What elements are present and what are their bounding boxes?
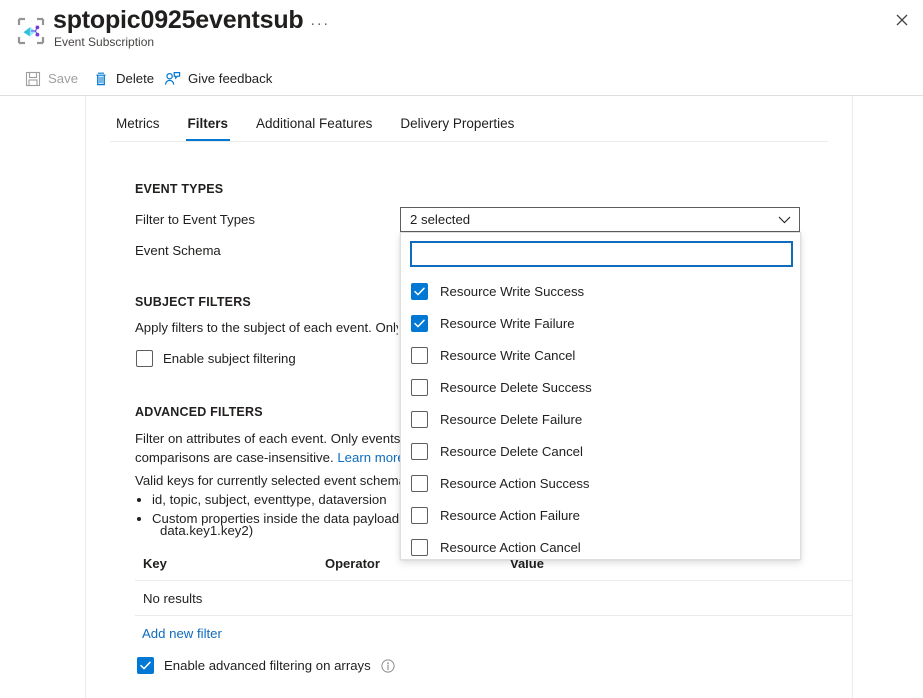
- checkmark-icon: [414, 287, 425, 296]
- add-new-filter-link[interactable]: Add new filter: [142, 626, 222, 641]
- option-resource-delete-failure[interactable]: Resource Delete Failure: [401, 403, 801, 435]
- checkmark-icon: [140, 661, 151, 670]
- column-header-key: Key: [143, 556, 167, 571]
- table-header-divider: [135, 580, 852, 581]
- option-checkbox[interactable]: [411, 411, 428, 428]
- filter-to-event-types-label: Filter to Event Types: [135, 212, 255, 227]
- option-resource-write-cancel[interactable]: Resource Write Cancel: [401, 339, 801, 371]
- option-resource-delete-success[interactable]: Resource Delete Success: [401, 371, 801, 403]
- advanced-filters-description-line2: comparisons are case-insensitive.: [135, 450, 334, 465]
- valid-keys-wrap-text: data.key1.key2): [160, 521, 253, 540]
- info-icon[interactable]: [381, 659, 395, 673]
- table-footer-divider: [135, 615, 852, 616]
- option-resource-action-success[interactable]: Resource Action Success: [401, 467, 801, 499]
- enable-arrays-filtering-label: Enable advanced filtering on arrays: [164, 658, 371, 673]
- option-label: Resource Write Success: [440, 284, 584, 299]
- filters-content: EVENT TYPES Filter to Event Types Event …: [0, 0, 923, 698]
- event-subscription-blade: sptopic0925eventsub ··· Event Subscripti…: [0, 0, 923, 698]
- option-resource-action-cancel[interactable]: Resource Action Cancel: [401, 531, 801, 560]
- option-checkbox[interactable]: [411, 539, 428, 556]
- event-types-combobox[interactable]: 2 selected: [400, 207, 800, 232]
- enable-arrays-filtering-row[interactable]: Enable advanced filtering on arrays: [137, 657, 395, 674]
- subject-filters-description-clip: Apply filters to the subject of each eve…: [135, 318, 398, 338]
- option-checkbox[interactable]: [411, 315, 428, 332]
- subject-filters-heading: SUBJECT FILTERS: [135, 295, 251, 309]
- enable-subject-filtering-row[interactable]: Enable subject filtering: [136, 350, 296, 367]
- learn-more-link[interactable]: Learn more: [337, 450, 400, 465]
- event-types-dropdown-panel: Resource Write Success Resource Write Fa…: [400, 232, 801, 560]
- option-label: Resource Write Cancel: [440, 348, 575, 363]
- enable-subject-filtering-checkbox[interactable]: [136, 350, 153, 367]
- checkmark-icon: [414, 319, 425, 328]
- valid-keys-item: id, topic, subject, eventtype, dataversi…: [152, 490, 400, 509]
- option-checkbox[interactable]: [411, 507, 428, 524]
- option-label: Resource Delete Success: [440, 380, 592, 395]
- option-label: Resource Action Cancel: [440, 540, 581, 555]
- advanced-filters-description-line1: Filter on attributes of each event. Only…: [135, 431, 400, 446]
- option-resource-action-failure[interactable]: Resource Action Failure: [401, 499, 801, 531]
- event-types-option-list: Resource Write Success Resource Write Fa…: [401, 275, 801, 560]
- option-resource-delete-cancel[interactable]: Resource Delete Cancel: [401, 435, 801, 467]
- advanced-filters-description: Filter on attributes of each event. Only…: [135, 429, 400, 467]
- option-label: Resource Action Failure: [440, 508, 580, 523]
- option-resource-write-success[interactable]: Resource Write Success: [401, 275, 801, 307]
- table-empty-text: No results: [143, 591, 202, 606]
- advanced-filters-description-clip: Filter on attributes of each event. Only…: [135, 429, 400, 469]
- option-checkbox[interactable]: [411, 379, 428, 396]
- subject-filters-description: Apply filters to the subject of each eve…: [135, 318, 398, 337]
- event-types-search-input[interactable]: [410, 241, 793, 267]
- event-schema-label: Event Schema: [135, 243, 221, 258]
- enable-arrays-filtering-checkbox[interactable]: [137, 657, 154, 674]
- chevron-down-icon: [777, 213, 791, 227]
- event-types-heading: EVENT TYPES: [135, 182, 223, 196]
- option-checkbox[interactable]: [411, 443, 428, 460]
- enable-subject-filtering-label: Enable subject filtering: [163, 351, 296, 366]
- option-label: Resource Delete Cancel: [440, 444, 583, 459]
- option-label: Resource Write Failure: [440, 316, 575, 331]
- event-types-combobox-value: 2 selected: [410, 212, 777, 227]
- column-header-operator: Operator: [325, 556, 380, 571]
- advanced-filters-heading: ADVANCED FILTERS: [135, 405, 263, 419]
- valid-keys-intro: Valid keys for currently selected event …: [135, 471, 400, 490]
- option-checkbox[interactable]: [411, 283, 428, 300]
- option-label: Resource Action Success: [440, 476, 590, 491]
- option-label: Resource Delete Failure: [440, 412, 582, 427]
- option-resource-write-failure[interactable]: Resource Write Failure: [401, 307, 801, 339]
- option-checkbox[interactable]: [411, 347, 428, 364]
- option-checkbox[interactable]: [411, 475, 428, 492]
